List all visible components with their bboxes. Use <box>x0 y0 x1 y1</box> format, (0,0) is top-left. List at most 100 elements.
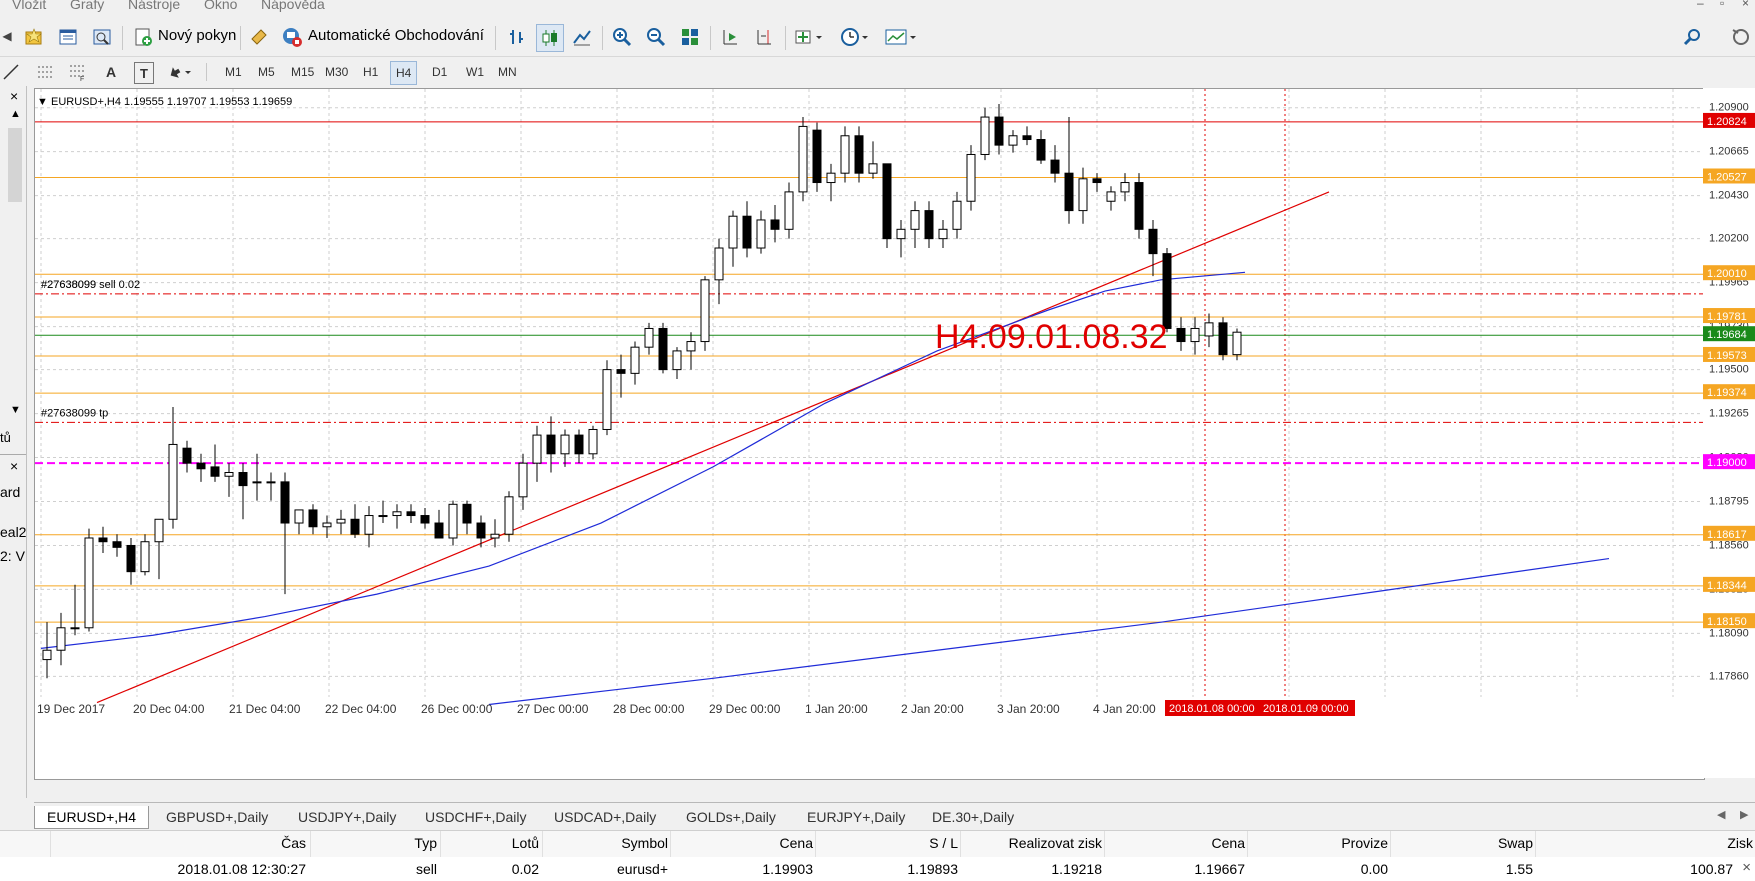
col-profit[interactable]: Zisk <box>1727 835 1753 851</box>
price-tag: 1.19684 <box>1707 329 1747 341</box>
menu-window[interactable]: Okno <box>204 0 237 12</box>
menu-insert[interactable]: Vložit <box>12 0 46 12</box>
candle <box>350 518 360 535</box>
restore-icon[interactable]: ▫ <box>1720 0 1724 10</box>
candle <box>602 369 612 430</box>
text-tool-icon[interactable]: A <box>102 62 120 82</box>
market-watch-icon[interactable] <box>56 26 80 48</box>
close-trade-icon[interactable]: × <box>1742 859 1751 876</box>
new-order-icon[interactable] <box>132 26 154 48</box>
text-label-tool-icon[interactable]: T <box>134 62 154 84</box>
col-open-price[interactable]: Cena <box>780 835 813 851</box>
close-icon[interactable]: × <box>1742 0 1749 10</box>
tab-de30-daily[interactable]: DE.30+,Daily <box>920 806 1026 828</box>
line-chart-icon[interactable] <box>570 26 594 48</box>
candle <box>1050 159 1060 174</box>
auto-scroll-icon[interactable] <box>718 26 742 48</box>
tab-usdchf-daily[interactable]: USDCHF+,Daily <box>413 806 539 828</box>
timeframe-w1[interactable]: W1 <box>461 61 489 83</box>
meta-editor-icon[interactable] <box>248 26 270 48</box>
new-order-button[interactable]: Nový pokyn <box>158 27 236 44</box>
tab-usdcad-daily[interactable]: USDCAD+,Daily <box>542 806 668 828</box>
algo-trading-icon[interactable] <box>280 26 304 48</box>
candle <box>294 509 304 524</box>
fibonacci-tool-icon[interactable]: F <box>68 63 86 81</box>
menu-charts[interactable]: Grafy <box>70 0 104 12</box>
col-lots[interactable]: Lotů <box>512 835 539 851</box>
scrollbar-thumb[interactable] <box>8 128 22 202</box>
candle <box>364 515 374 535</box>
search-icon[interactable] <box>1680 26 1704 48</box>
zoom-in-icon[interactable] <box>610 26 634 48</box>
x-axis-label: 28 Dec 00:00 <box>613 702 685 716</box>
candle <box>1232 331 1242 356</box>
arrows-tool-icon[interactable] <box>166 62 196 82</box>
chart-shift-icon[interactable] <box>752 26 776 48</box>
periods-dropdown-icon[interactable] <box>838 26 872 48</box>
tab-gbpusd-daily[interactable]: GBPUSD+,Daily <box>154 806 280 828</box>
col-type[interactable]: Typ <box>414 835 437 851</box>
timeframe-m1[interactable]: M1 <box>220 61 247 83</box>
y-axis-label: 1.19500 <box>1709 364 1749 376</box>
menu-tools[interactable]: Nástroje <box>128 0 180 12</box>
price-chart[interactable]: ▼ EURUSD+,H4 1.19555 1.19707 1.19553 1.19… <box>34 88 1705 780</box>
indicators-dropdown-icon[interactable] <box>792 26 826 48</box>
tabs-scroll-left-icon[interactable]: ◀ <box>1717 808 1725 821</box>
scroll-down-icon[interactable]: ▼ <box>10 404 21 416</box>
col-take-profit[interactable]: Realizovat zisk <box>1009 835 1102 851</box>
chart-canvas[interactable]: ▼ EURUSD+,H4 1.19555 1.19707 1.19553 1.19… <box>35 89 1704 779</box>
candle <box>728 215 738 249</box>
candle <box>1190 327 1200 343</box>
algo-trading-button[interactable]: Automatické Obchodování <box>308 27 484 44</box>
timeframe-d1[interactable]: D1 <box>427 61 452 83</box>
candle <box>252 481 262 484</box>
y-axis-label: 1.20900 <box>1709 102 1749 114</box>
timeframe-mn[interactable]: MN <box>493 61 522 83</box>
candle <box>1218 322 1228 356</box>
candle <box>378 515 388 518</box>
bar-chart-icon[interactable] <box>505 26 529 48</box>
minimize-icon[interactable]: – <box>1697 0 1704 10</box>
candle <box>448 503 458 539</box>
timeframe-m5[interactable]: M5 <box>253 61 280 83</box>
col-commission[interactable]: Provize <box>1341 835 1388 851</box>
favorites-icon[interactable] <box>22 26 46 48</box>
col-sl[interactable]: S / L <box>929 835 958 851</box>
scroll-up-icon[interactable]: ▲ <box>10 108 21 120</box>
price-tag: 1.19000 <box>1707 457 1747 469</box>
equidistant-channel-icon[interactable] <box>36 63 54 81</box>
navigator-icon[interactable] <box>90 26 114 48</box>
menu-help[interactable]: Nápověda <box>261 0 325 12</box>
candle <box>798 125 808 193</box>
tab-usdjpy-daily[interactable]: USDJPY+,Daily <box>286 806 408 828</box>
panel-text-1: tů <box>0 430 11 445</box>
candle <box>868 163 878 174</box>
zoom-out-icon[interactable] <box>644 26 668 48</box>
tab-eurusd-h4[interactable]: EURUSD+,H4 <box>34 806 150 829</box>
col-symbol[interactable]: Symbol <box>621 835 668 851</box>
col-time[interactable]: Čas <box>281 835 306 851</box>
candle <box>1204 322 1214 337</box>
tile-windows-icon[interactable] <box>678 26 702 48</box>
candle <box>672 350 682 371</box>
tabs-scroll-right-icon[interactable]: ▶ <box>1740 808 1748 821</box>
timeframe-h1[interactable]: H1 <box>358 61 383 83</box>
timeframe-m30[interactable]: M30 <box>320 61 353 83</box>
tab-eurjpy-daily[interactable]: EURJPY+,Daily <box>795 806 917 828</box>
timeframe-h4[interactable]: H4 <box>390 61 418 85</box>
candle <box>168 443 178 520</box>
close-icon[interactable]: × <box>10 458 18 474</box>
y-axis-label: 1.19265 <box>1709 408 1749 420</box>
table-row[interactable]: 2018.01.08 12:30:27 sell 0.02 eurusd+ 1.… <box>0 857 1755 881</box>
col-swap[interactable]: Swap <box>1498 835 1533 851</box>
col-current-price[interactable]: Cena <box>1212 835 1245 851</box>
trendline-tool-icon[interactable] <box>2 63 20 81</box>
tab-golds-daily[interactable]: GOLDs+,Daily <box>674 806 788 828</box>
tp-label: #27638099 tp <box>41 407 108 419</box>
timeframe-m15[interactable]: M15 <box>286 61 319 83</box>
candle <box>336 518 346 524</box>
candlestick-chart-icon[interactable] <box>536 24 564 52</box>
close-icon[interactable]: × <box>10 88 18 104</box>
community-icon[interactable] <box>1728 26 1752 48</box>
templates-dropdown-icon[interactable] <box>882 26 920 48</box>
